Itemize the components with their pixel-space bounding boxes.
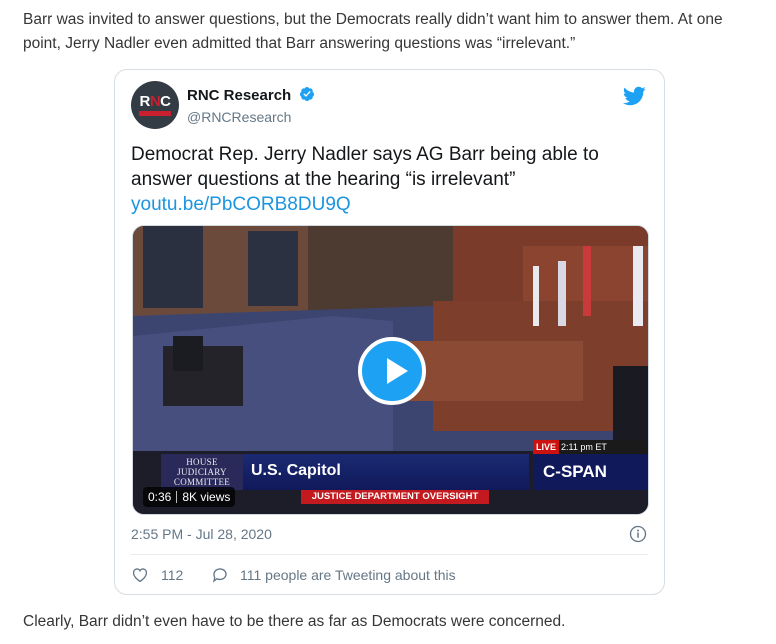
comment-icon[interactable] [211,566,229,584]
avatar[interactable]: RNC [131,81,179,129]
committee-label: HOUSE JUDICIARY COMMITTEE [161,454,243,490]
hearing-banner: JUSTICE DEPARTMENT OVERSIGHT [301,490,489,504]
tweet-header: RNC RNC Research @RNCResearch [130,80,650,130]
tweet-link[interactable]: youtu.be/PbCORB8DU9Q [131,192,651,217]
verified-icon [299,87,314,101]
tweet-timestamp[interactable]: 2:55 PM - Jul 28, 2020 [131,526,272,542]
author-name[interactable]: RNC Research [187,87,291,104]
twitter-bird-icon[interactable] [622,84,646,108]
tweet-author[interactable]: RNC Research @RNCResearch [187,86,315,125]
conversation-link[interactable]: 111 people are Tweeting about this [240,567,456,583]
tweet-body: Democrat Rep. Jerry Nadler says AG Barr … [131,142,651,217]
live-badge: LIVE [533,440,560,454]
video-duration: 0:36 [148,490,172,504]
tweet-text: Democrat Rep. Jerry Nadler says AG Barr … [131,144,599,190]
tweet-divider [131,554,648,555]
video-player[interactable]: HOUSE JUDICIARY COMMITTEE U.S. Capitol L… [132,225,649,515]
embedded-tweet[interactable]: RNC RNC Research @RNCResearch Democrat R… [114,69,665,595]
network-logo: C-SPAN [533,454,648,490]
video-views: 8K views [182,490,231,504]
like-count[interactable]: 112 [161,567,183,583]
info-icon[interactable] [629,525,647,543]
article-outro-paragraph: Clearly, Barr didn’t even have to be the… [23,613,566,630]
avatar-logo-text: RNC [139,93,171,110]
play-icon[interactable] [358,337,426,405]
video-duration-badge: 0:36 8K views [143,487,236,507]
article-intro-paragraph: Barr was invited to answer questions, bu… [23,11,723,52]
cspan-lower-third: HOUSE JUDICIARY COMMITTEE U.S. Capitol L… [161,440,648,504]
location-label: U.S. Capitol [243,454,529,490]
avatar-stripe [139,111,171,116]
author-handle[interactable]: @RNCResearch [187,109,315,125]
heart-icon[interactable] [131,566,149,584]
live-indicator: LIVE 2:11 pm ET [533,440,648,454]
live-time: 2:11 pm ET [561,442,607,452]
